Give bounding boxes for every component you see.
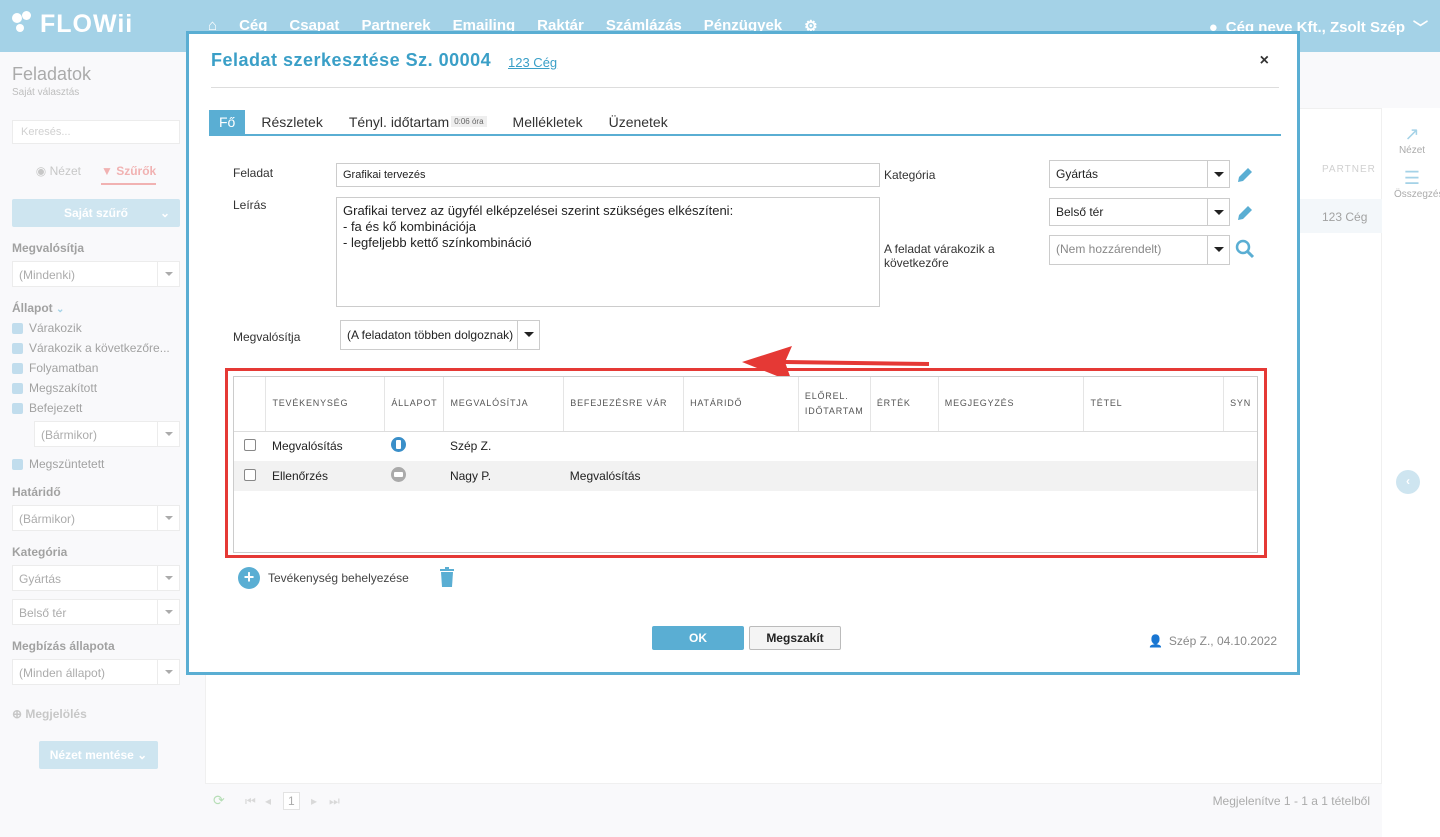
grid-header-row: TEVÉKENYSÉG ÁLLAPOT MEGVALÓSÍTJA BEFEJEZ… xyxy=(234,377,1257,432)
add-activity-button[interactable]: + Tevékenység behelyezése xyxy=(238,567,409,589)
waits-for-label: A feladat várakozik a következőre xyxy=(884,242,995,270)
realizer-label: Megvalósítja xyxy=(233,330,301,344)
waits-for-select[interactable]: (Nem hozzárendelt) xyxy=(1049,235,1230,265)
caret-down-icon xyxy=(1207,161,1229,187)
column-header-value[interactable]: ÉRTÉK xyxy=(870,377,939,432)
realizer-value: (A feladaton többen dolgoznak) xyxy=(347,328,514,342)
column-header-note[interactable]: MEGJEGYZÉS xyxy=(938,377,1085,432)
realizer-cell: Szép Z. xyxy=(449,439,492,454)
user-add-icon: 👤 xyxy=(1147,634,1163,648)
activities-grid: TEVÉKENYSÉG ÁLLAPOT MEGVALÓSÍTJA BEFEJEZ… xyxy=(233,376,1258,553)
row-checkbox-cell[interactable] xyxy=(234,461,266,491)
row-checkbox-cell[interactable] xyxy=(234,431,266,461)
dialog-title: Feladat szerkesztése Sz. 00004 xyxy=(211,50,492,70)
syn-cell xyxy=(1224,431,1257,461)
trash-icon[interactable] xyxy=(439,567,455,587)
deadline-cell xyxy=(684,431,799,461)
search-icon[interactable] xyxy=(1235,239,1255,259)
item-cell xyxy=(1083,461,1224,491)
created-by-info: 👤 Szép Z., 04.10.2022 xyxy=(1148,634,1277,648)
dialog-tabs: Fő Részletek Tényl. időtartam 0:06 óra Me… xyxy=(209,110,1281,136)
column-header-syn[interactable]: SYN xyxy=(1223,377,1257,432)
category-label: Kategória xyxy=(884,168,936,182)
value-cell xyxy=(870,431,938,461)
subcategory-value: Belső tér xyxy=(1056,205,1104,219)
duration-badge: 0:06 óra xyxy=(451,116,487,127)
caret-down-icon xyxy=(517,321,539,349)
tab-main[interactable]: Fő xyxy=(209,110,246,134)
deadline-cell xyxy=(683,461,799,491)
created-by-text: Szép Z., 04.10.2022 xyxy=(1168,634,1277,648)
table-row[interactable]: Ellenőrzés Nagy P. Megvalósítás xyxy=(234,461,1257,491)
column-header-planned-duration[interactable]: ELŐREL. IDŐTARTAM xyxy=(798,377,871,432)
column-header-activity[interactable]: TEVÉKENYSÉG xyxy=(265,377,386,432)
tab-details[interactable]: Részletek xyxy=(251,110,332,134)
company-link[interactable]: 123 Cég xyxy=(508,55,557,70)
note-cell xyxy=(938,431,1084,461)
add-activity-label: Tevékenység behelyezése xyxy=(268,571,409,585)
tab-actual-label: Tényl. időtartam xyxy=(348,114,450,130)
tab-messages[interactable]: Üzenetek xyxy=(599,110,678,134)
category-select[interactable]: Gyártás xyxy=(1049,160,1230,188)
column-header-deadline[interactable]: HATÁRIDŐ xyxy=(683,377,799,432)
realizer-select[interactable]: (A feladaton többen dolgoznak) xyxy=(340,320,540,350)
ok-button[interactable]: OK xyxy=(652,626,744,650)
status-cell xyxy=(385,431,444,461)
waits-for-cell xyxy=(564,431,684,461)
edit-pencil-icon[interactable] xyxy=(1235,203,1255,223)
status-in-progress-icon xyxy=(390,437,406,453)
description-label: Leírás xyxy=(233,198,267,212)
task-field-label: Feladat xyxy=(233,166,274,180)
plus-circle-icon: + xyxy=(238,567,260,589)
column-header-waits-for[interactable]: BEFEJEZÉSRE VÁR xyxy=(563,377,685,432)
syn-cell xyxy=(1223,461,1257,491)
planned-duration-cell xyxy=(798,461,871,491)
task-name-input[interactable]: Grafikai tervezés xyxy=(336,163,880,187)
realizer-cell: Nagy P. xyxy=(443,461,564,491)
row-checkbox[interactable] xyxy=(243,438,256,451)
waits-for-value: (Nem hozzárendelt) xyxy=(1056,242,1162,256)
activity-cell: Megvalósítás xyxy=(271,439,343,454)
divider xyxy=(211,87,1279,88)
waits-for-cell: Megvalósítás xyxy=(563,461,684,491)
description-textarea[interactable]: Grafikai tervez az ügyfél elképzelései s… xyxy=(336,197,880,307)
activity-cell: Ellenőrzés xyxy=(265,461,385,491)
table-row[interactable]: Megvalósítás Szép Z. xyxy=(234,431,1257,461)
edit-pencil-icon[interactable] xyxy=(1235,165,1255,185)
note-cell xyxy=(938,461,1084,491)
column-header-status[interactable]: ÁLLAPOT xyxy=(384,377,445,432)
status-cell xyxy=(384,461,444,491)
subcategory-select[interactable]: Belső tér xyxy=(1049,198,1230,226)
tab-actual-duration[interactable]: Tényl. időtartam 0:06 óra xyxy=(339,110,497,134)
caret-down-icon xyxy=(1207,199,1229,225)
row-checkbox[interactable] xyxy=(243,468,256,481)
select-column-header xyxy=(234,377,267,432)
column-header-item[interactable]: TÉTEL xyxy=(1083,377,1225,432)
edit-task-dialog: Feladat szerkesztése Sz. 00004 123 Cég ×… xyxy=(186,31,1300,675)
cancel-button[interactable]: Megszakít xyxy=(749,626,841,650)
planned-duration-cell xyxy=(798,431,870,461)
category-value: Gyártás xyxy=(1056,167,1099,181)
close-icon[interactable]: × xyxy=(1260,52,1269,70)
column-header-realizer[interactable]: MEGVALÓSÍTJA xyxy=(443,377,565,432)
tab-attachments[interactable]: Mellékletek xyxy=(503,110,593,134)
caret-down-icon xyxy=(1207,236,1229,264)
item-cell xyxy=(1084,431,1224,461)
status-waiting-icon xyxy=(390,467,406,482)
value-cell xyxy=(870,461,939,491)
